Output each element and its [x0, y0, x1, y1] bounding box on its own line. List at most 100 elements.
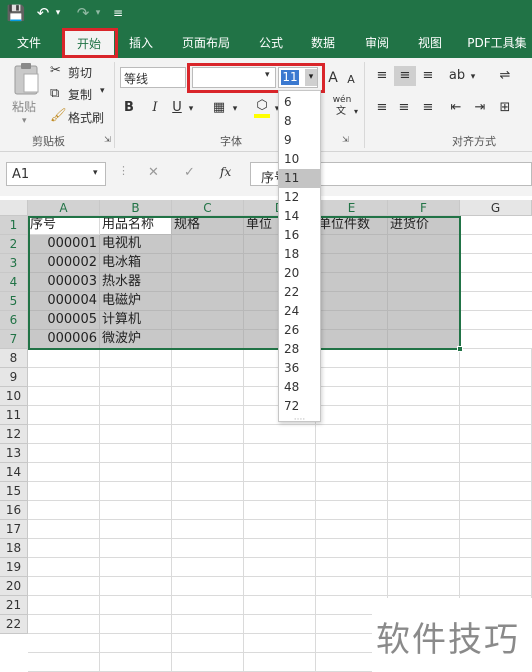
font-size-option[interactable]: 26 — [279, 321, 320, 340]
row-header[interactable]: 6 — [0, 311, 28, 330]
row-header[interactable]: 19 — [0, 558, 28, 577]
row-header[interactable]: 1 — [0, 216, 28, 235]
format-painter-button[interactable]: 格式刷 — [68, 109, 104, 126]
resize-grip-icon[interactable]: ···· — [279, 416, 320, 425]
align-center-icon[interactable]: ≡ — [394, 98, 414, 118]
tab-home[interactable]: 开始 — [64, 30, 114, 58]
row-header[interactable]: 15 — [0, 482, 28, 501]
align-right-icon[interactable]: ≡ — [418, 98, 438, 118]
row-header[interactable]: 17 — [0, 520, 28, 539]
cell-b7[interactable]: 微波炉 — [100, 330, 172, 349]
font-size-combo[interactable]: 11 ▾ — [278, 67, 318, 88]
font-size-option[interactable]: 18 — [279, 245, 320, 264]
orientation-dropdown-icon[interactable]: ▾ — [468, 67, 478, 87]
name-box-dropdown-icon[interactable]: ▾ — [93, 168, 98, 178]
row-header[interactable]: 4 — [0, 273, 28, 292]
undo-icon[interactable]: ↶ — [34, 2, 52, 24]
cell-b1[interactable]: 用品名称 — [100, 216, 172, 235]
align-left-icon[interactable]: ≡ — [372, 98, 392, 118]
font-size-option[interactable]: 10 — [279, 150, 320, 169]
decrease-indent-icon[interactable]: ⇤ — [446, 98, 466, 118]
font-size-value[interactable]: 11 — [281, 70, 299, 85]
phonetic-dropdown-icon[interactable]: ▾ — [352, 102, 360, 122]
enter-icon[interactable]: ✓ — [184, 165, 195, 180]
row-header[interactable]: 3 — [0, 254, 28, 273]
fill-color-icon[interactable]: ⬡ — [252, 96, 272, 116]
font-size-option[interactable]: 28 — [279, 340, 320, 359]
clipboard-launcher-icon[interactable]: ⇲ — [104, 135, 111, 144]
cell-b6[interactable]: 计算机 — [100, 311, 172, 330]
row-header[interactable]: 21 — [0, 596, 28, 615]
grow-font-button[interactable]: A — [326, 68, 340, 88]
cell-a1[interactable]: 序号 — [28, 216, 100, 235]
cell-c1[interactable]: 规格 — [172, 216, 244, 235]
tab-file[interactable]: 文件 — [8, 29, 50, 57]
insert-function-button[interactable]: fx — [220, 165, 231, 179]
cell-b2[interactable]: 电视机 — [100, 235, 172, 254]
row-header[interactable]: 2 — [0, 235, 28, 254]
font-size-option[interactable]: 14 — [279, 207, 320, 226]
italic-button[interactable]: I — [146, 98, 164, 118]
copy-dropdown-icon[interactable]: ▾ — [100, 86, 105, 96]
row-header[interactable]: 16 — [0, 501, 28, 520]
font-name-combo[interactable]: 等线 — [120, 67, 186, 88]
row-header[interactable]: 5 — [0, 292, 28, 311]
row-header[interactable]: 22 — [0, 615, 28, 634]
tab-formulas[interactable]: 公式 — [252, 29, 290, 57]
row-header[interactable]: 14 — [0, 463, 28, 482]
column-header-b[interactable]: B — [100, 200, 172, 216]
cell-b4[interactable]: 热水器 — [100, 273, 172, 292]
font-size-dropdown-icon[interactable]: ▾ — [305, 69, 317, 86]
cell-b3[interactable]: 电冰箱 — [100, 254, 172, 273]
border-icon[interactable]: ▦ — [210, 98, 228, 118]
cell-a3[interactable]: 000002 — [28, 254, 100, 273]
align-bottom-icon[interactable]: ≡ — [418, 66, 438, 86]
merge-center-icon[interactable]: ⊞ — [498, 98, 512, 118]
shrink-font-button[interactable]: A — [344, 70, 358, 90]
tab-review[interactable]: 审阅 — [356, 29, 398, 57]
cancel-icon[interactable]: ✕ — [148, 165, 159, 180]
bold-button[interactable]: B — [120, 98, 138, 118]
copy-button[interactable]: 复制 — [68, 86, 92, 103]
paste-dropdown-icon[interactable]: ▾ — [22, 116, 27, 126]
font-size-option[interactable]: 20 — [279, 264, 320, 283]
row-header[interactable]: 12 — [0, 425, 28, 444]
font-size-option[interactable]: 72 — [279, 397, 320, 416]
undo-dropdown-icon[interactable]: ▾ — [52, 2, 64, 24]
font-launcher-icon[interactable]: ⇲ — [342, 135, 349, 144]
cut-button[interactable]: 剪切 — [68, 64, 92, 81]
row-header[interactable]: 7 — [0, 330, 28, 349]
cell-b5[interactable]: 电磁炉 — [100, 292, 172, 311]
save-icon[interactable]: 💾 — [6, 2, 26, 24]
cell-a5[interactable]: 000004 — [28, 292, 100, 311]
customize-toolbar-icon[interactable]: ≡ — [110, 2, 126, 24]
font-size-option-selected[interactable]: 11 — [279, 169, 320, 188]
select-all-corner[interactable] — [0, 200, 28, 216]
orientation-icon[interactable]: ab — [446, 66, 468, 86]
font-size-option[interactable]: 9 — [279, 131, 320, 150]
cell-a6[interactable]: 000005 — [28, 311, 100, 330]
wrap-text-icon[interactable]: ⇌ — [498, 66, 512, 86]
font-size-option[interactable]: 22 — [279, 283, 320, 302]
row-header[interactable]: 10 — [0, 387, 28, 406]
clipboard-icon[interactable] — [10, 62, 42, 96]
align-top-icon[interactable]: ≡ — [372, 66, 392, 86]
underline-dropdown-icon[interactable]: ▾ — [186, 99, 196, 119]
paste-button[interactable]: 粘贴 — [12, 98, 36, 115]
column-header-a[interactable]: A — [28, 200, 100, 216]
column-header-c[interactable]: C — [172, 200, 244, 216]
cell-e1[interactable]: 单位件数 — [316, 216, 388, 235]
border-dropdown-icon[interactable]: ▾ — [230, 99, 240, 119]
column-header-g[interactable]: G — [460, 200, 532, 216]
font-size-option[interactable]: 48 — [279, 378, 320, 397]
tab-view[interactable]: 视图 — [410, 29, 450, 57]
column-header-f[interactable]: F — [388, 200, 460, 216]
row-header[interactable]: 8 — [0, 349, 28, 368]
font-dropdown-icon[interactable]: ▾ — [265, 70, 270, 80]
row-header[interactable]: 18 — [0, 539, 28, 558]
column-header-e[interactable]: E — [316, 200, 388, 216]
empty-cells-g[interactable] — [460, 216, 532, 349]
tab-pdf-tools[interactable]: PDF工具集 — [462, 29, 532, 57]
tab-data[interactable]: 数据 — [304, 29, 342, 57]
cell-a4[interactable]: 000003 — [28, 273, 100, 292]
